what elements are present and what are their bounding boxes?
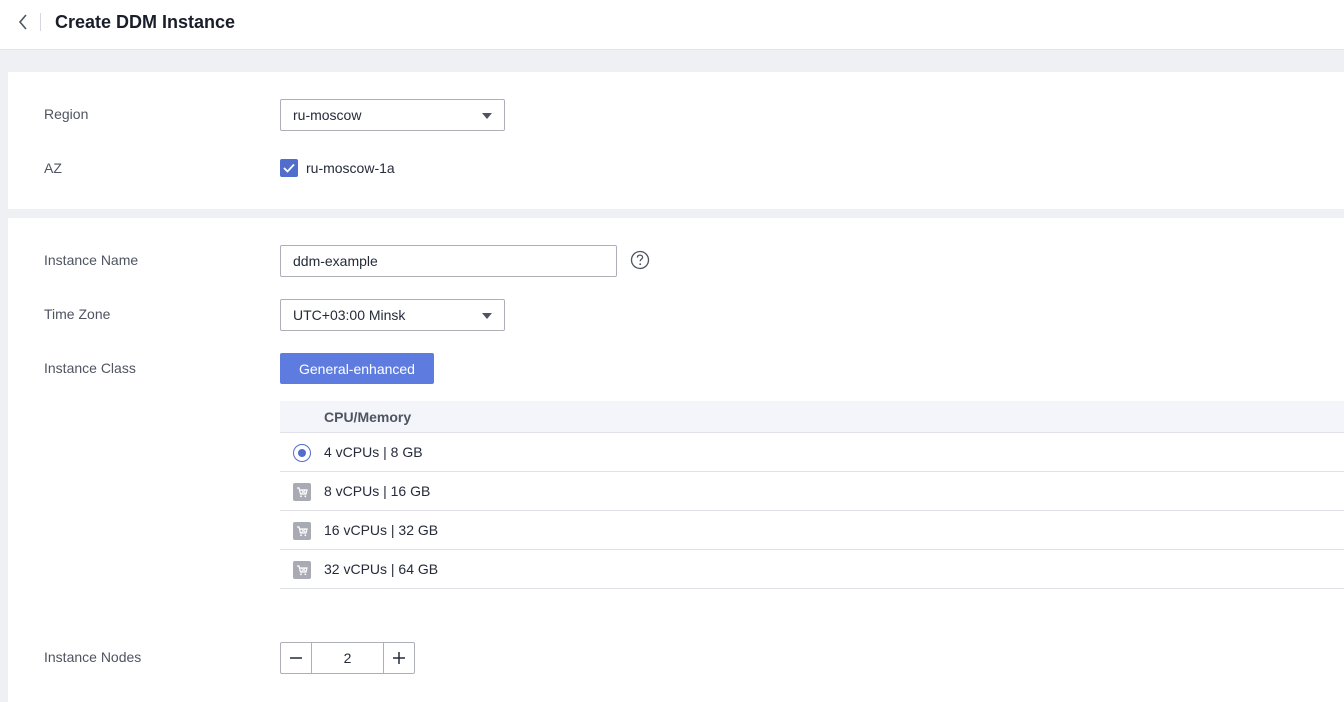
- table-row[interactable]: 16 vCPUs | 32 GB: [280, 511, 1344, 550]
- back-button[interactable]: [13, 11, 33, 33]
- cpu-memory-header: CPU/Memory: [324, 409, 412, 425]
- region-label: Region: [44, 106, 89, 122]
- header-divider: [40, 13, 41, 31]
- instance-nodes-stepper: 2: [280, 642, 415, 674]
- instance-nodes-label: Instance Nodes: [44, 649, 142, 665]
- chevron-left-icon: [18, 14, 27, 30]
- region-value: ru-moscow: [293, 107, 362, 123]
- minus-icon: [290, 657, 302, 659]
- decrement-button[interactable]: [281, 643, 311, 673]
- location-card: Region ru-moscow AZ ru-moscow-1a: [8, 72, 1344, 209]
- time-zone-label: Time Zone: [44, 306, 111, 322]
- table-row[interactable]: 32 vCPUs | 64 GB: [280, 550, 1344, 589]
- class-option-label: 4 vCPUs | 8 GB: [324, 444, 423, 460]
- page-header: Create DDM Instance: [0, 0, 1344, 50]
- page-title: Create DDM Instance: [55, 12, 236, 32]
- az-checkbox[interactable]: [280, 159, 298, 177]
- caret-down-icon: [482, 113, 492, 119]
- az-label: AZ: [44, 160, 62, 176]
- plus-icon: [393, 652, 405, 664]
- radio-selected[interactable]: [293, 444, 311, 462]
- az-option-label[interactable]: ru-moscow-1a: [306, 159, 395, 177]
- general-enhanced-button[interactable]: General-enhanced: [280, 353, 434, 384]
- time-zone-select[interactable]: UTC+03:00 Minsk: [280, 299, 505, 331]
- instance-name-label: Instance Name: [44, 252, 139, 268]
- caret-down-icon: [482, 313, 492, 319]
- table-row[interactable]: 4 vCPUs | 8 GB: [280, 433, 1344, 472]
- instance-class-label: Instance Class: [44, 360, 136, 376]
- instance-name-input[interactable]: ddm-example: [280, 245, 617, 277]
- class-option-label: 16 vCPUs | 32 GB: [324, 522, 439, 538]
- checkmark-icon: [283, 163, 295, 173]
- help-icon[interactable]: [630, 250, 650, 270]
- table-header: CPU/Memory: [280, 401, 1344, 433]
- class-option-label: 32 vCPUs | 64 GB: [324, 561, 439, 577]
- increment-button[interactable]: [384, 643, 414, 673]
- cart-icon: [293, 522, 311, 540]
- nodes-count-input[interactable]: 2: [311, 643, 384, 673]
- cart-icon: [293, 483, 311, 501]
- cart-icon: [293, 561, 311, 579]
- time-zone-value: UTC+03:00 Minsk: [293, 307, 406, 323]
- class-option-label: 8 vCPUs | 16 GB: [324, 483, 431, 499]
- region-select[interactable]: ru-moscow: [280, 99, 505, 131]
- instance-class-table: CPU/Memory 4 vCPUs | 8 GB 8 vCPUs | 16 G…: [280, 401, 1344, 589]
- config-card: Instance Name ddm-example Time Zone UTC+…: [8, 218, 1344, 702]
- table-row[interactable]: 8 vCPUs | 16 GB: [280, 472, 1344, 511]
